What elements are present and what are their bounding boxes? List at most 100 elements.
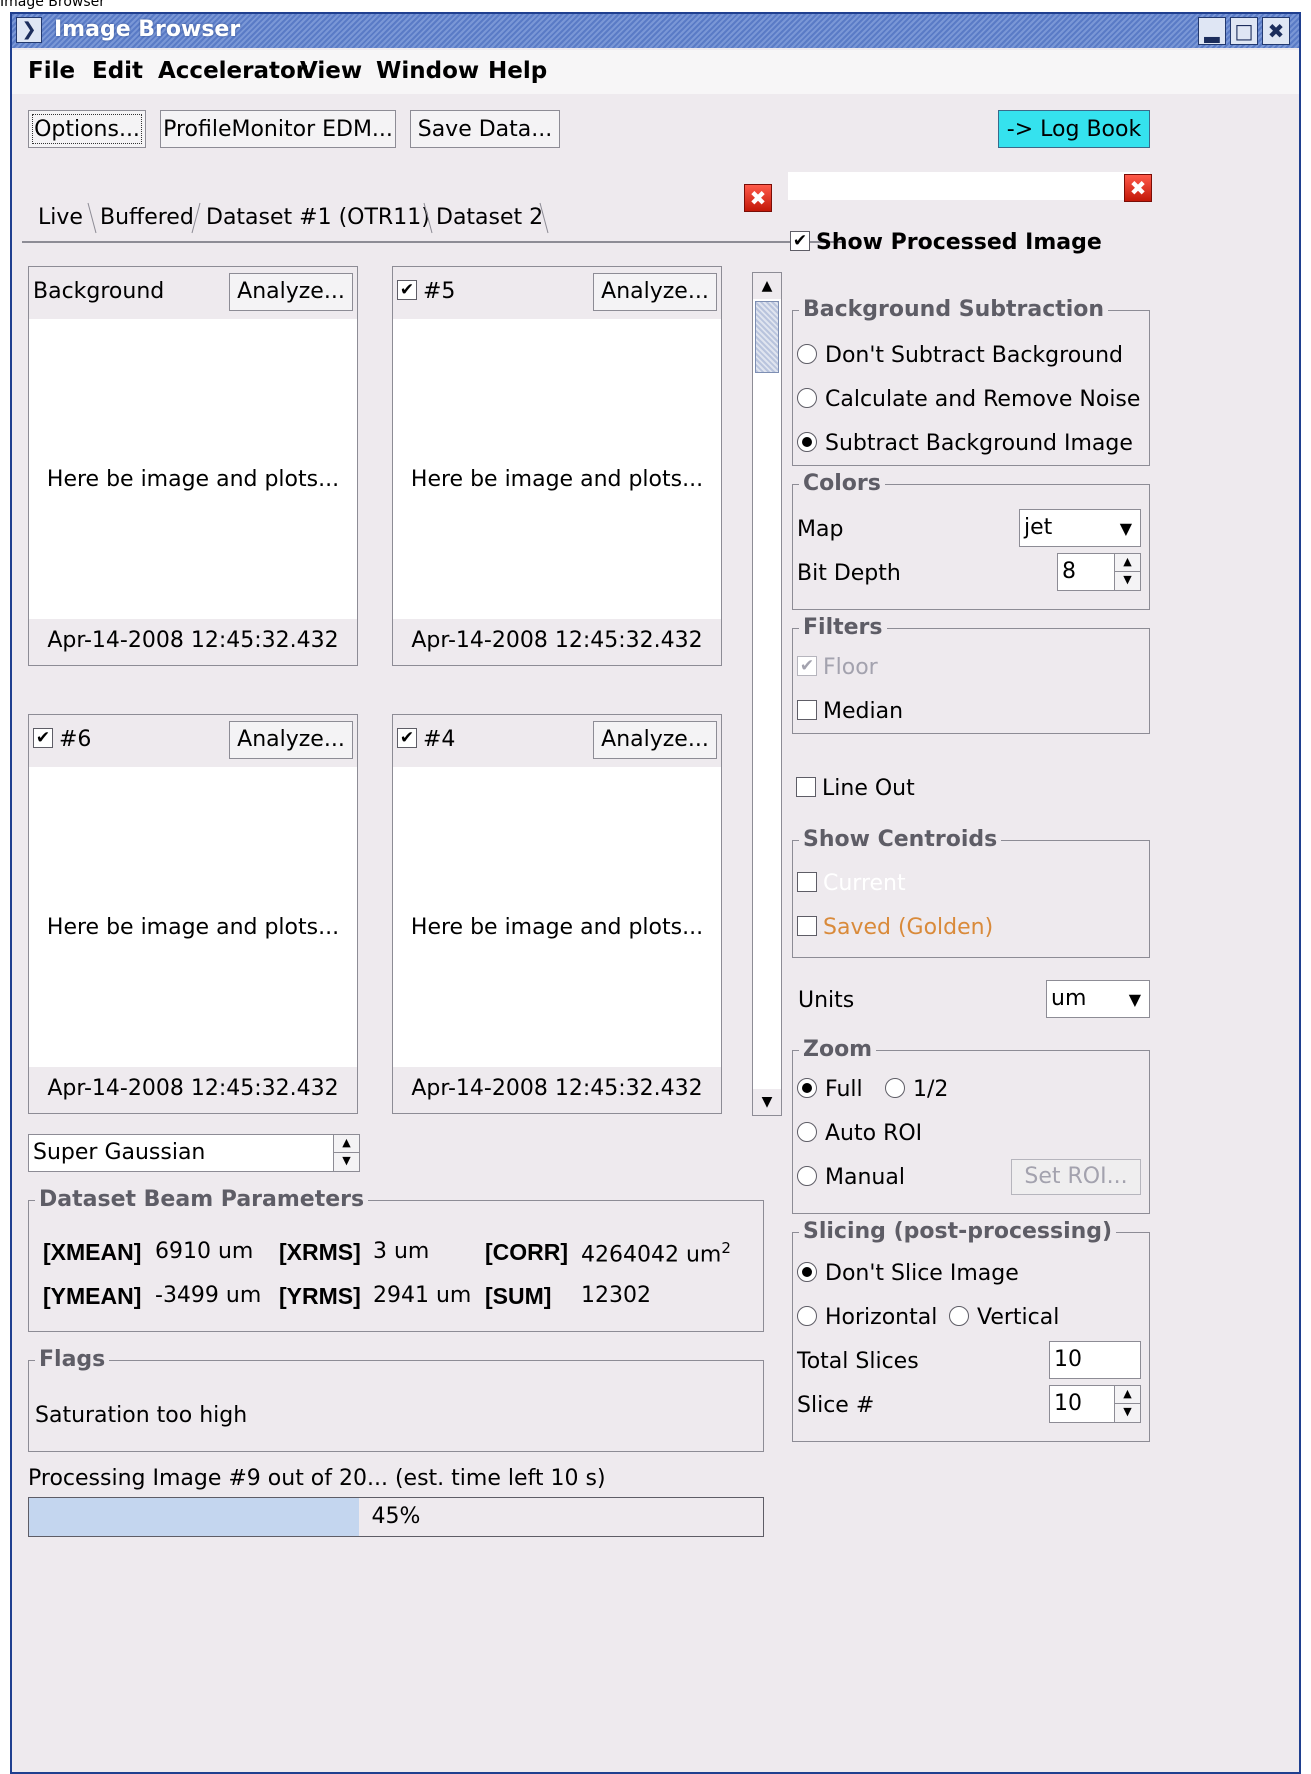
zoom-manual-radio[interactable]: Manual	[797, 1165, 905, 1190]
check-icon[interactable]: ✔	[397, 280, 417, 300]
close-icon[interactable]: ✖	[1262, 17, 1290, 45]
panel-checkbox[interactable]: ✔ #4	[397, 727, 455, 752]
panel-checkbox[interactable]: ✔ #6	[33, 727, 91, 752]
colors-group: Colors Map jet ▼ Bit Depth 8 ▲ ▼	[792, 471, 1150, 610]
checkbox-icon[interactable]	[797, 916, 817, 936]
radio-icon[interactable]	[797, 1306, 817, 1326]
xrms-value: 3 um	[373, 1239, 430, 1264]
scroll-thumb[interactable]	[755, 301, 779, 373]
slice-number-value: 10	[1054, 1391, 1082, 1416]
checkbox-icon[interactable]	[796, 777, 816, 797]
maximize-icon[interactable]: □	[1230, 17, 1258, 45]
total-slices-input[interactable]: 10	[1049, 1341, 1141, 1379]
tab-live[interactable]: Live	[38, 197, 83, 239]
radio-selected-icon[interactable]	[797, 432, 817, 452]
corr-value: 4264042 um2	[581, 1239, 731, 1267]
radio-icon[interactable]	[885, 1078, 905, 1098]
menu-accelerator[interactable]: Accelerator	[158, 58, 307, 84]
check-icon[interactable]: ✔	[33, 728, 53, 748]
menu-help[interactable]: Help	[488, 58, 547, 84]
progress-label: Processing Image #9 out of 20... (est. t…	[28, 1466, 606, 1491]
spin-down-icon[interactable]: ▼	[334, 1153, 359, 1171]
check-icon[interactable]: ✔	[397, 728, 417, 748]
median-checkbox[interactable]: Median	[797, 699, 903, 724]
set-roi-button[interactable]: Set ROI...	[1011, 1159, 1141, 1195]
zoom-auto-roi-radio[interactable]: Auto ROI	[797, 1121, 922, 1146]
spin-up-icon[interactable]: ▲	[1115, 1386, 1140, 1404]
tab-dataset-1[interactable]: Dataset #1 (OTR11)	[206, 197, 430, 239]
zoom-auto-roi-label: Auto ROI	[825, 1121, 923, 1146]
radio-selected-icon[interactable]	[797, 1262, 817, 1282]
median-label: Median	[823, 699, 904, 724]
zoom-half-radio[interactable]: 1/2	[885, 1077, 948, 1102]
radio-icon[interactable]	[797, 344, 817, 364]
analyze-button[interactable]: Analyze...	[229, 273, 353, 311]
menu-bar: File Edit Accelerator View Window Help	[12, 50, 1299, 94]
menu-view[interactable]: View	[300, 58, 362, 84]
radio-label: Calculate and Remove Noise	[825, 387, 1141, 412]
xmean-value: 6910 um	[155, 1239, 254, 1264]
slice-horizontal-radio[interactable]: Horizontal	[797, 1305, 937, 1330]
fit-method-spinner[interactable]: Super Gaussian ▲ ▼	[28, 1134, 360, 1172]
spin-up-icon[interactable]: ▲	[1115, 554, 1140, 572]
map-select[interactable]: jet ▼	[1019, 509, 1141, 547]
title-bar[interactable]: ❯ Image Browser ▂ □ ✖	[12, 14, 1299, 48]
sum-value: 12302	[581, 1283, 651, 1308]
radio-icon[interactable]	[797, 1166, 817, 1186]
tab-buffered[interactable]: Buffered	[100, 197, 194, 239]
minimize-icon[interactable]: ▂	[1198, 17, 1226, 45]
profile-monitor-edm-button[interactable]: ProfileMonitor EDM...	[160, 110, 396, 148]
radio-icon[interactable]	[797, 388, 817, 408]
spin-down-icon[interactable]: ▼	[1115, 572, 1140, 590]
units-select[interactable]: um ▼	[1046, 980, 1150, 1018]
current-checkbox[interactable]: Current	[797, 871, 906, 896]
panel-checkbox[interactable]: ✔ #5	[397, 279, 455, 304]
menu-file[interactable]: File	[28, 58, 75, 84]
window-title: Image Browser	[54, 17, 241, 42]
saved-golden-checkbox[interactable]: Saved (Golden)	[797, 915, 993, 940]
checkbox-icon[interactable]	[797, 872, 817, 892]
log-book-button[interactable]: -> Log Book	[998, 110, 1150, 148]
zoom-full-radio[interactable]: Full	[797, 1077, 863, 1102]
tab-dataset-2[interactable]: Dataset 2	[436, 197, 543, 239]
image-panel-6: ✔ #6 Analyze... Here be image and plots..…	[28, 714, 358, 1114]
check-icon[interactable]: ✔	[790, 231, 810, 251]
image-grid-scrollbar[interactable]: ▲ ▼	[752, 272, 782, 1116]
panel-header: Background Analyze...	[29, 267, 357, 319]
close-settings-icon[interactable]: ✖	[1124, 174, 1152, 202]
slice-none-radio[interactable]: Don't Slice Image	[797, 1261, 1019, 1286]
scroll-up-icon[interactable]: ▲	[753, 273, 781, 299]
slice-vertical-label: Vertical	[977, 1305, 1060, 1330]
spin-up-icon[interactable]: ▲	[334, 1135, 359, 1153]
radio-dont-subtract[interactable]: Don't Subtract Background	[797, 343, 1123, 368]
slice-number-spinner[interactable]: 10 ▲ ▼	[1049, 1385, 1141, 1423]
tab-strip-line	[22, 241, 845, 243]
bit-depth-value: 8	[1062, 559, 1076, 584]
radio-remove-noise[interactable]: Calculate and Remove Noise	[797, 387, 1140, 412]
radio-subtract-bg-image[interactable]: Subtract Background Image	[797, 431, 1133, 456]
spinner-buttons: ▲ ▼	[1114, 554, 1140, 590]
line-out-checkbox[interactable]: Line Out	[796, 776, 915, 801]
slice-vertical-radio[interactable]: Vertical	[949, 1305, 1059, 1330]
radio-selected-icon[interactable]	[797, 1078, 817, 1098]
close-dataset-icon[interactable]: ✖	[744, 184, 772, 212]
menu-window[interactable]: Window	[376, 58, 479, 84]
analyze-button[interactable]: Analyze...	[229, 721, 353, 759]
radio-icon[interactable]	[797, 1122, 817, 1142]
spin-down-icon[interactable]: ▼	[1115, 1404, 1140, 1422]
menu-edit[interactable]: Edit	[92, 58, 143, 84]
show-processed-checkbox[interactable]: ✔ Show Processed Image	[790, 230, 1102, 255]
scroll-down-icon[interactable]: ▼	[753, 1089, 781, 1115]
analyze-button[interactable]: Analyze...	[593, 273, 717, 311]
radio-icon[interactable]	[949, 1306, 969, 1326]
chevron-down-icon[interactable]: ▼	[1120, 510, 1132, 548]
chevron-down-icon[interactable]: ▼	[1129, 981, 1141, 1019]
save-data-button[interactable]: Save Data...	[410, 110, 560, 148]
options-button[interactable]: Options...	[28, 110, 146, 148]
bit-depth-spinner[interactable]: 8 ▲ ▼	[1057, 553, 1141, 591]
checkbox-icon[interactable]	[797, 700, 817, 720]
analyze-button[interactable]: Analyze...	[593, 721, 717, 759]
chevron-down-icon[interactable]: ❯	[16, 17, 42, 43]
floor-checkbox: ✔ Floor	[797, 655, 878, 680]
panel-timestamp: Apr-14-2008 12:45:32.432	[29, 619, 357, 665]
